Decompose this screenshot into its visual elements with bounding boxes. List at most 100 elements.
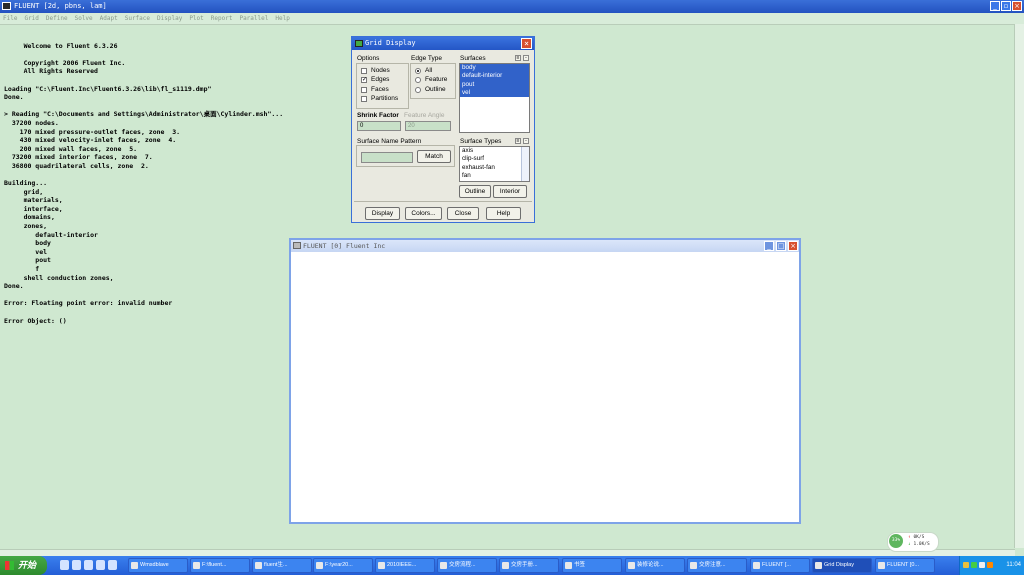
surface-types-deselect-icon[interactable]: - [523, 138, 529, 144]
graphics-close-icon[interactable]: × [788, 241, 798, 251]
graphics-maximize-icon[interactable]: □ [776, 241, 786, 251]
quicklaunch-ie-icon[interactable] [84, 560, 93, 570]
dialog-title: Grid Display [365, 39, 416, 47]
download-speed: 1.0K/S [913, 542, 930, 547]
surface-name-pattern-input[interactable] [361, 152, 413, 163]
surface-type-item[interactable]: clip-surf [460, 155, 529, 163]
close-button[interactable]: × [1012, 1, 1022, 11]
surface-types-scrollbar[interactable] [521, 147, 529, 181]
outline-button[interactable]: Outline [459, 185, 491, 198]
surface-item[interactable]: pout [460, 80, 529, 89]
console-line: > Reading "C:\Documents and Settings\Adm… [4, 110, 284, 119]
edge-all-label: All [425, 67, 433, 74]
quicklaunch-media-icon[interactable] [96, 560, 105, 570]
menu-help[interactable]: Help [275, 15, 289, 22]
dialog-icon [355, 40, 363, 47]
tray-security-icon[interactable] [963, 562, 969, 568]
vertical-scrollbar[interactable] [1014, 24, 1024, 548]
menu-adapt[interactable]: Adapt [100, 15, 118, 22]
taskbar-item[interactable]: 2010IEEE... [375, 558, 435, 573]
nodes-checkbox[interactable] [361, 68, 367, 74]
faces-checkbox[interactable] [361, 87, 367, 93]
taskbar-item[interactable]: 书签 [562, 558, 622, 573]
menu-plot[interactable]: Plot [189, 15, 203, 22]
taskbar-item[interactable]: FLUENT [... [750, 558, 810, 573]
menu-file[interactable]: File [3, 15, 17, 22]
surfaces-list[interactable]: body default-interior pout vel [459, 63, 530, 133]
surface-types-list[interactable]: axis clip-surf exhaust-fan fan [459, 146, 530, 182]
dialog-close-icon[interactable]: × [521, 38, 532, 49]
partitions-checkbox[interactable] [361, 96, 367, 102]
surface-types-select-all-icon[interactable]: ≡ [515, 138, 521, 144]
graphics-window: FLUENT [0] Fluent Inc _ □ × [289, 238, 801, 524]
dialog-title-bar[interactable]: Grid Display × [352, 37, 534, 50]
console-line: domains, [4, 213, 55, 222]
taskbar-item[interactable]: FLUENT [0... [875, 558, 935, 573]
graphics-canvas[interactable] [291, 252, 799, 522]
taskbar-item[interactable]: F:\fluent... [190, 558, 250, 573]
taskbar-item-label: fluent生... [264, 562, 288, 568]
graphics-window-title-bar[interactable]: FLUENT [0] Fluent Inc _ □ × [291, 240, 799, 252]
edge-feature-radio[interactable] [415, 77, 421, 83]
surfaces-select-all-icon[interactable]: ≡ [515, 55, 521, 61]
dialog-close-button[interactable]: Close [447, 207, 479, 220]
match-button[interactable]: Match [417, 150, 451, 163]
tray-app-icon[interactable] [987, 562, 993, 568]
quicklaunch-desktop-icon[interactable] [60, 560, 69, 570]
taskbar-window-icon [628, 562, 635, 569]
system-tray: 11:04 [959, 556, 1024, 575]
network-percent: 33% [889, 534, 903, 548]
taskbar-item[interactable]: fluent生... [252, 558, 312, 573]
clock[interactable]: 11:04 [1006, 556, 1021, 575]
colors-button[interactable]: Colors... [405, 207, 442, 220]
tray-network-icon[interactable] [971, 562, 977, 568]
menu-report[interactable]: Report [211, 15, 233, 22]
surface-type-item[interactable]: axis [460, 147, 529, 155]
menu-parallel[interactable]: Parallel [239, 15, 268, 22]
shrink-factor-input[interactable]: 0 [357, 121, 401, 131]
edge-outline-label: Outline [425, 86, 446, 93]
help-button[interactable]: Help [486, 207, 521, 220]
menu-solve[interactable]: Solve [75, 15, 93, 22]
taskbar-item[interactable]: Wmsdblave [128, 558, 188, 573]
edge-outline-radio[interactable] [415, 87, 421, 93]
taskbar-item[interactable]: F:\year20... [313, 558, 373, 573]
surface-item[interactable]: body [460, 64, 529, 73]
menu-surface[interactable]: Surface [125, 15, 150, 22]
surface-type-item[interactable]: exhaust-fan [460, 164, 529, 172]
minimize-button[interactable]: _ [990, 1, 1000, 11]
display-button[interactable]: Display [365, 207, 400, 220]
taskbar-item[interactable]: 交房流程... [437, 558, 497, 573]
taskbar-item[interactable]: Grid Display [812, 558, 872, 573]
taskbar: 开始 Wmsdblave F:\fluent... fluent生... F:\yea… [0, 556, 1024, 575]
main-title-bar: FLUENT [2d, pbns, lam] _ ▫ × [0, 0, 1024, 13]
edges-checkbox[interactable]: ✓ [361, 77, 367, 83]
tray-volume-icon[interactable] [979, 562, 985, 568]
taskbar-item-label: Wmsdblave [140, 562, 169, 568]
taskbar-item[interactable]: 交房手册... [499, 558, 559, 573]
menu-define[interactable]: Define [46, 15, 68, 22]
graphics-minimize-icon[interactable]: _ [764, 241, 774, 251]
menu-display[interactable]: Display [157, 15, 182, 22]
console-line: 430 mixed velocity-inlet faces, zone 4. [4, 136, 177, 145]
quicklaunch-explorer-icon[interactable] [72, 560, 81, 570]
interior-button[interactable]: Interior [493, 185, 527, 198]
taskbar-item[interactable]: 交房注意... [687, 558, 747, 573]
quicklaunch-app-icon[interactable] [108, 560, 117, 570]
surfaces-deselect-icon[interactable]: - [523, 55, 529, 61]
edge-all-radio[interactable] [415, 68, 421, 74]
console-line: grid, [4, 187, 44, 196]
taskbar-item[interactable]: 装修论说... [625, 558, 685, 573]
console-line: 73200 mixed interior faces, zone 7. [4, 153, 153, 162]
menu-grid[interactable]: Grid [24, 15, 38, 22]
taskbar-item-label: 交房流程... [449, 562, 476, 568]
start-button[interactable]: 开始 [0, 556, 47, 575]
surface-item[interactable]: vel [460, 88, 529, 98]
surface-item[interactable]: default-interior [460, 72, 529, 81]
surface-type-item[interactable]: fan [460, 172, 529, 180]
restore-button[interactable]: ▫ [1001, 1, 1011, 11]
taskbar-item-label: 书签 [574, 562, 586, 568]
taskbar-item-label: Grid Display [824, 562, 854, 568]
grid-display-dialog: Grid Display × Options Nodes ✓ Edges Fac… [351, 36, 535, 223]
